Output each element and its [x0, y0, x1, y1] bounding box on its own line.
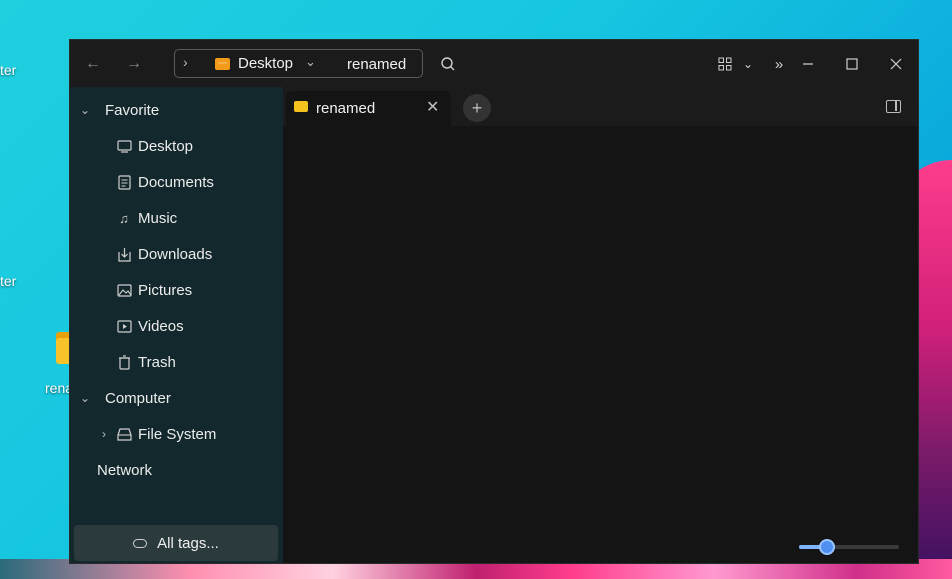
tab-label: renamed — [316, 100, 376, 117]
trash-icon — [116, 354, 132, 370]
search-icon[interactable] — [436, 52, 460, 76]
back-icon[interactable]: ← — [81, 52, 105, 76]
titlebar: ← → › Desktop ⌄ renamed ⌄ » — [70, 40, 918, 87]
grid-view-icon[interactable] — [713, 52, 737, 76]
sidebar-item-music[interactable]: ♫ Music — [116, 203, 177, 233]
sidebar-item-label: Documents — [138, 173, 214, 191]
sidebar-group-label: Computer — [105, 389, 171, 407]
chevron-down-icon[interactable]: ⌄ — [78, 391, 92, 405]
close-icon[interactable] — [884, 52, 908, 76]
sidebar-group-favorite[interactable]: ⌄ Favorite — [78, 95, 159, 125]
chevron-right-icon[interactable]: › — [97, 427, 111, 441]
desktop-folder-icon — [215, 58, 230, 70]
sidebar-item-label: File System — [138, 425, 217, 443]
chevron-right-icon[interactable]: › — [183, 54, 188, 70]
tag-icon — [133, 538, 148, 548]
sidebar-item-label: Pictures — [138, 281, 193, 299]
forward-icon[interactable]: → — [122, 52, 146, 76]
address-bar[interactable]: › Desktop ⌄ renamed — [174, 49, 423, 78]
file-manager-window: ← → › Desktop ⌄ renamed ⌄ » ⌄ Favorite D… — [69, 39, 919, 564]
zoom-handle[interactable] — [819, 539, 835, 555]
close-icon[interactable]: ✕ — [426, 97, 439, 117]
tab-renamed[interactable]: renamed ✕ — [286, 91, 451, 126]
monitor-icon — [116, 138, 132, 154]
tab-bar: renamed ✕ + — [283, 87, 918, 126]
all-tags-label: All tags... — [157, 534, 219, 552]
sidebar-item-label: Desktop — [138, 137, 194, 155]
chevron-down-icon[interactable]: ⌄ — [305, 54, 316, 70]
picture-icon — [116, 282, 132, 298]
sidebar-item-label: Music — [138, 209, 178, 227]
sidebar-item-documents[interactable]: Documents — [116, 167, 214, 197]
sidebar-item-label: Videos — [138, 317, 184, 335]
desktop-icon-label-2: ter — [0, 273, 17, 289]
music-icon: ♫ — [119, 210, 129, 226]
maximize-icon[interactable] — [840, 52, 864, 76]
sidebar: ⌄ Favorite Desktop Documents ♫ Music Dow… — [70, 87, 283, 563]
sidebar-item-filesystem[interactable]: › File System — [97, 419, 216, 449]
sidebar-group-label: Favorite — [105, 101, 160, 119]
video-icon — [116, 318, 132, 334]
file-view-area[interactable] — [283, 126, 918, 563]
view-dropdown-chevron-icon[interactable]: ⌄ — [736, 52, 760, 76]
all-tags-button[interactable]: All tags... — [74, 525, 278, 561]
sidebar-group-computer[interactable]: ⌄ Computer — [78, 383, 171, 413]
download-icon — [116, 246, 132, 262]
sidebar-item-downloads[interactable]: Downloads — [116, 239, 212, 269]
breadcrumb-desktop[interactable]: Desktop — [238, 55, 293, 72]
sidebar-item-desktop[interactable]: Desktop — [116, 131, 193, 161]
document-icon — [116, 174, 132, 190]
sidebar-item-label: Downloads — [138, 245, 213, 263]
minimize-icon[interactable] — [796, 52, 820, 76]
sidebar-group-label: Network — [97, 461, 153, 479]
preview-panel-icon[interactable] — [886, 100, 901, 113]
drive-icon — [116, 426, 132, 442]
sidebar-item-videos[interactable]: Videos — [116, 311, 184, 341]
sidebar-group-network[interactable]: Network — [97, 455, 152, 485]
folder-icon — [294, 101, 308, 112]
sidebar-item-trash[interactable]: Trash — [116, 347, 176, 377]
add-tab-button[interactable]: + — [463, 94, 491, 122]
zoom-slider[interactable] — [799, 539, 899, 555]
desktop-icon-label-1: ter — [0, 62, 17, 78]
sidebar-item-pictures[interactable]: Pictures — [116, 275, 192, 305]
breadcrumb-current[interactable]: renamed — [347, 56, 406, 73]
sidebar-item-label: Trash — [138, 353, 176, 371]
double-chevron-icon[interactable]: » — [767, 52, 791, 76]
chevron-down-icon[interactable]: ⌄ — [78, 103, 92, 117]
